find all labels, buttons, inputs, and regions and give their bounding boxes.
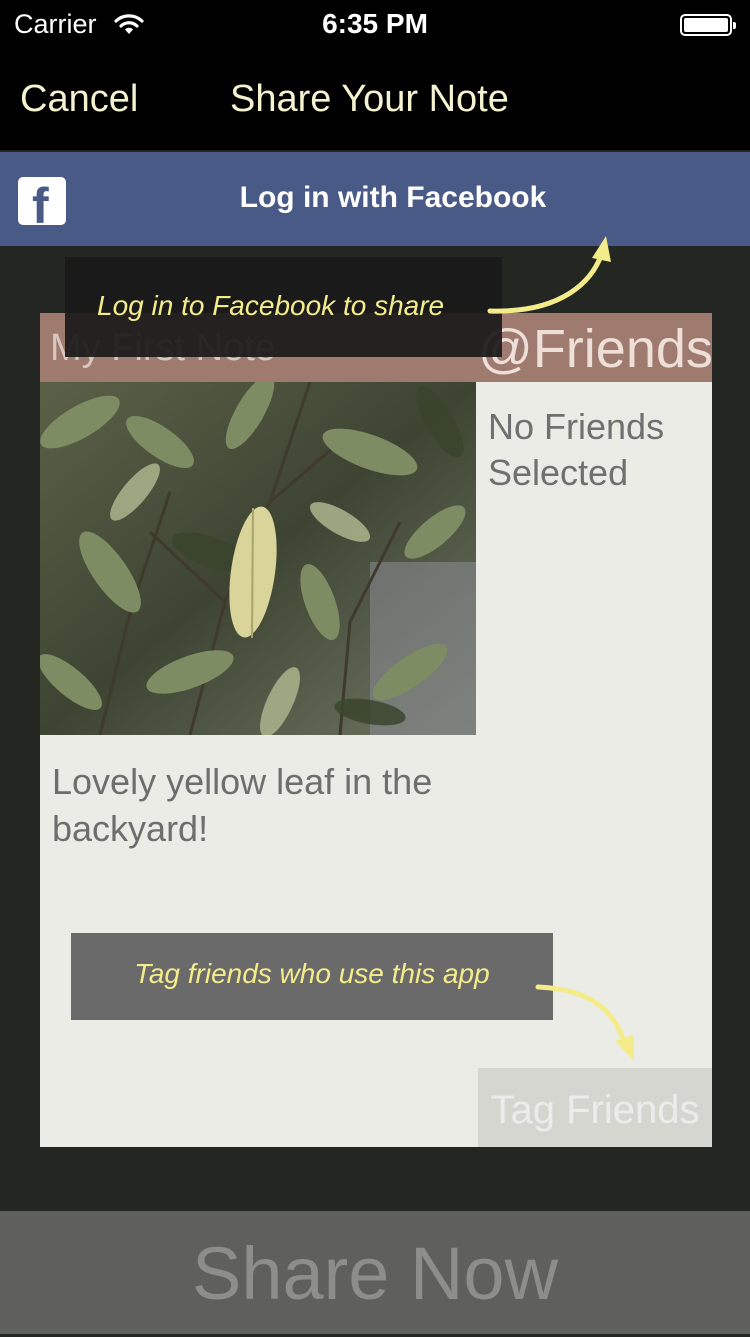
nav-bar: Cancel Share Your Note (0, 50, 750, 150)
battery-icon (680, 14, 736, 36)
facebook-login-button[interactable]: f Log in with Facebook (0, 152, 750, 246)
facebook-login-label: Log in with Facebook (239, 181, 547, 214)
tag-friends-button[interactable]: Tag Friends (478, 1068, 712, 1147)
cancel-button[interactable]: Cancel (20, 78, 138, 121)
tag-friends-tooltip-text: Tag friends who use this app (134, 958, 490, 989)
friends-status: No Friends Selected (488, 406, 665, 493)
tag-friends-hint-arrow-icon (535, 984, 634, 1061)
status-time: 6:35 PM (322, 8, 428, 39)
facebook-tooltip-text: Log in to Facebook to share (97, 290, 445, 321)
facebook-hint-arrow-icon (487, 236, 611, 314)
note-photo (40, 382, 476, 735)
share-now-button[interactable]: Share Now (0, 1211, 750, 1334)
note-caption: Lovely yellow leaf in the backyard! (52, 761, 433, 849)
page-title: Share Your Note (230, 78, 509, 120)
status-bar: Carrier 6:35 PM (0, 0, 750, 50)
